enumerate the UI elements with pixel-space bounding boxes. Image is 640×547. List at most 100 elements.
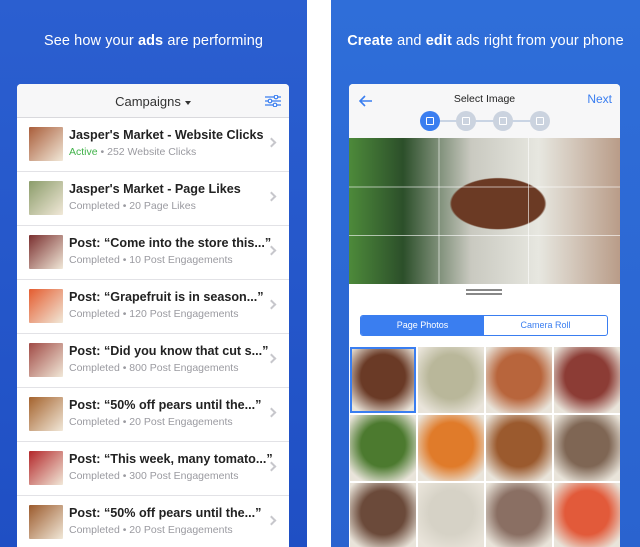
campaign-subtitle: Active • 252 Website Clicks — [69, 146, 196, 158]
image-crop-preview[interactable] — [349, 138, 620, 284]
nav-bar: Select Image Next — [349, 84, 620, 138]
campaign-status: Completed — [69, 362, 120, 374]
gallery-photo[interactable] — [554, 483, 620, 547]
campaign-subtitle: Completed • 10 Post Engagements — [69, 254, 233, 266]
panel-divider — [307, 0, 331, 547]
campaign-metric: • 800 Post Engagements — [119, 362, 239, 374]
campaign-row[interactable]: Post: “This week, many tomato...” Complet… — [17, 442, 289, 496]
gallery-photo[interactable] — [554, 347, 620, 413]
chevron-right-icon — [266, 353, 277, 364]
chevron-right-icon — [266, 407, 277, 418]
chevron-right-icon — [266, 245, 277, 256]
campaign-thumbnail — [29, 289, 63, 323]
campaign-subtitle: Completed • 20 Post Engagements — [69, 524, 233, 536]
campaigns-dropdown[interactable]: Campaigns — [17, 94, 289, 109]
gallery-photo[interactable] — [418, 347, 484, 413]
campaign-thumbnail — [29, 181, 63, 215]
page-title: Select Image — [453, 93, 516, 105]
preview-step-icon[interactable] — [530, 111, 550, 131]
campaign-title: Post: “50% off pears until the...” — [69, 398, 262, 412]
campaign-row[interactable]: Post: “50% off pears until the...” Comple… — [17, 388, 289, 442]
campaign-metric: • 20 Page Likes — [119, 200, 196, 212]
campaign-thumbnail — [29, 235, 63, 269]
campaign-metric: • 300 Post Engagements — [119, 470, 239, 482]
image-glyph-icon — [426, 117, 434, 125]
campaign-row[interactable]: Jasper's Market - Website Clicks Active •… — [17, 118, 289, 172]
gallery-photo[interactable] — [350, 347, 416, 413]
campaign-title: Post: “Grapefruit is in season...” — [69, 290, 264, 304]
campaign-row[interactable]: Jasper's Market - Page Likes Completed • … — [17, 172, 289, 226]
campaign-title: Post: “Did you know that cut s...” — [69, 344, 269, 358]
audience-glyph-icon — [499, 117, 507, 125]
drag-handle[interactable] — [466, 289, 502, 295]
edit-step-icon[interactable] — [456, 111, 476, 131]
headline-strong: ads — [137, 33, 164, 49]
campaign-status: Active — [69, 146, 98, 158]
select-image-screen: Select Image Next Page Photos Camera Rol… — [349, 84, 620, 547]
gallery-photo[interactable] — [554, 415, 620, 481]
campaign-row[interactable]: Post: “Come into the store this...” Compl… — [17, 226, 289, 280]
campaign-thumbnail — [29, 451, 63, 485]
campaign-row[interactable]: Post: “50% off pears until the...” Comple… — [17, 496, 289, 547]
left-headline: See how your ads are performing — [0, 33, 307, 49]
gallery-photo[interactable] — [350, 415, 416, 481]
campaign-status: Completed — [69, 308, 120, 320]
campaign-thumbnail — [29, 397, 63, 431]
campaign-title: Post: “50% off pears until the...” — [69, 506, 262, 520]
campaign-list: Jasper's Market - Website Clicks Active •… — [17, 118, 289, 547]
headline-strong: edit — [425, 33, 452, 49]
campaign-metric: • 10 Post Engagements — [119, 254, 233, 266]
right-headline: Create and edit ads right from your phon… — [331, 33, 640, 49]
campaign-title: Post: “This week, many tomato...” — [69, 452, 273, 466]
campaign-subtitle: Completed • 120 Post Engagements — [69, 308, 238, 320]
campaign-title: Jasper's Market - Website Clicks — [69, 128, 264, 142]
gallery-photo[interactable] — [486, 483, 552, 547]
campaign-subtitle: Completed • 300 Post Engagements — [69, 470, 238, 482]
campaigns-title: Campaigns — [115, 94, 181, 109]
chevron-right-icon — [266, 461, 277, 472]
gallery-photo[interactable] — [486, 347, 552, 413]
gallery-photo[interactable] — [418, 483, 484, 547]
campaign-thumbnail — [29, 505, 63, 539]
preview-glyph-icon — [536, 117, 544, 125]
gallery-photo[interactable] — [418, 415, 484, 481]
photo-source-tabs: Page Photos Camera Roll — [360, 315, 608, 336]
headline-text: and — [392, 33, 426, 49]
campaigns-header: Campaigns — [17, 84, 289, 118]
campaign-status: Completed — [69, 416, 120, 428]
campaign-metric: • 120 Post Engagements — [119, 308, 239, 320]
campaign-metric: • 20 Post Engagements — [119, 524, 233, 536]
campaign-metric: • 20 Post Engagements — [119, 416, 233, 428]
chevron-right-icon — [266, 515, 277, 526]
headline-text: See how your — [43, 33, 138, 49]
next-button[interactable]: Next — [587, 92, 612, 106]
campaign-subtitle: Completed • 800 Post Engagements — [69, 362, 238, 374]
crop-grid — [349, 138, 620, 284]
campaign-row[interactable]: Post: “Did you know that cut s...” Comple… — [17, 334, 289, 388]
headline-text: are performing — [163, 33, 264, 49]
campaign-subtitle: Completed • 20 Post Engagements — [69, 416, 233, 428]
gallery-photo[interactable] — [350, 483, 416, 547]
headline-text: ads right from your phone — [451, 33, 624, 49]
image-step-icon[interactable] — [420, 111, 440, 131]
campaign-thumbnail — [29, 343, 63, 377]
tab-page-photos[interactable]: Page Photos — [361, 316, 484, 335]
campaign-status: Completed — [69, 470, 120, 482]
filter-sliders-icon[interactable] — [265, 95, 281, 107]
campaign-status: Completed — [69, 254, 120, 266]
chevron-right-icon — [266, 137, 277, 148]
edit-glyph-icon — [462, 117, 470, 125]
campaign-title: Jasper's Market - Page Likes — [69, 182, 241, 196]
audience-step-icon[interactable] — [493, 111, 513, 131]
gallery-photo[interactable] — [486, 415, 552, 481]
campaign-subtitle: Completed • 20 Page Likes — [69, 200, 196, 212]
screenshot: See how your ads are performing Campaign… — [0, 0, 640, 547]
campaign-row[interactable]: Post: “Grapefruit is in season...” Comple… — [17, 280, 289, 334]
step-line — [430, 120, 540, 122]
chevron-right-icon — [266, 299, 277, 310]
campaigns-screen: Campaigns Jasper's Market - Website Clic… — [17, 84, 289, 547]
tab-camera-roll[interactable]: Camera Roll — [484, 316, 607, 335]
campaign-title: Post: “Come into the store this...” — [69, 236, 272, 250]
campaign-metric: • 252 Website Clicks — [97, 146, 197, 158]
campaign-status: Completed — [69, 200, 120, 212]
